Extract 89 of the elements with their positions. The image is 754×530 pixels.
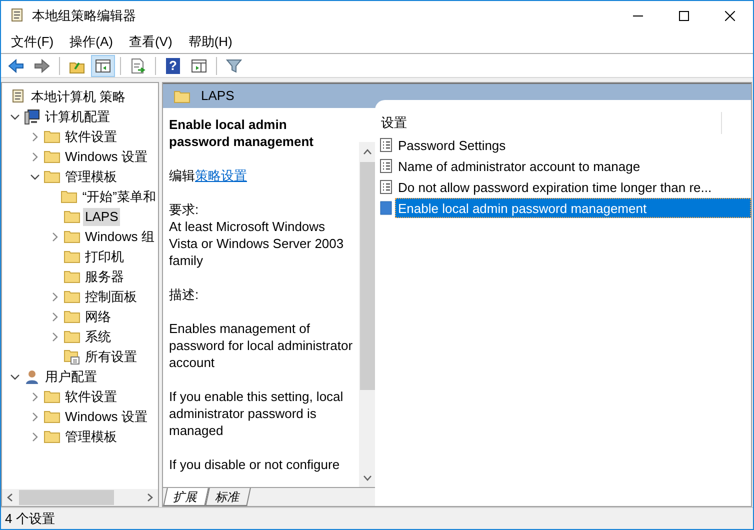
setting-icon: [380, 158, 392, 172]
folder-icon: [44, 409, 60, 425]
tree-item[interactable]: 网络: [83, 308, 113, 326]
help-icon: ?: [166, 58, 180, 74]
folder-icon: [44, 149, 60, 165]
tree-item[interactable]: 服务器: [83, 268, 126, 286]
setting-icon: [380, 180, 392, 194]
setting-icon: [380, 138, 392, 152]
menu-item[interactable]: 查看(V): [122, 32, 178, 52]
tree-item[interactable]: Windows 设置: [63, 408, 150, 426]
setting-row[interactable]: Do not allow password expiration time longer than re...: [395, 176, 751, 196]
tree-item[interactable]: 软件设置: [63, 128, 119, 146]
policy-scroll-icon: [10, 89, 26, 105]
horizontal-scrollbar[interactable]: [2, 489, 158, 506]
folder-icon: [61, 189, 78, 205]
setting-row[interactable]: Password Settings: [395, 134, 751, 154]
policy-scroll-icon: [10, 8, 24, 24]
tree-item[interactable]: 用户配置: [43, 368, 99, 386]
edit-label: 编辑: [169, 168, 195, 183]
column-header[interactable]: 设置: [381, 113, 721, 133]
action-pane-icon: [191, 58, 207, 74]
expand-chevron-icon[interactable]: [30, 392, 40, 402]
tree-item[interactable]: 管理模板: [63, 428, 119, 446]
forward-arrow-icon: [34, 58, 50, 74]
folder-icon: [44, 129, 60, 145]
description-text: If you disable or not configure: [169, 456, 341, 473]
expand-chevron-icon[interactable]: [30, 132, 40, 142]
tree-item[interactable]: 系统: [83, 328, 113, 346]
tree-item[interactable]: Windows 组: [83, 228, 156, 246]
collapse-chevron-icon[interactable]: [10, 112, 20, 122]
tree-item[interactable]: LAPS: [83, 208, 120, 226]
folder-icon: [44, 429, 60, 445]
tree-item[interactable]: 管理模板: [63, 168, 119, 186]
menu-item[interactable]: 文件(F): [5, 32, 60, 52]
tree-item[interactable]: 计算机配置: [43, 108, 112, 126]
user-icon: [24, 369, 40, 385]
computer-icon: [24, 109, 40, 125]
tree-item[interactable]: 本地计算机 策略: [29, 88, 128, 106]
settings-folder-icon: [64, 349, 80, 365]
folder-icon: [64, 229, 80, 245]
folder-icon: [64, 249, 80, 265]
description-text: Enables management of password for local administrator account: [169, 320, 353, 371]
tab[interactable]: 标准: [205, 488, 251, 506]
setting-icon: [380, 200, 392, 214]
export-list-icon: [130, 58, 146, 74]
help-button[interactable]: ?: [161, 54, 185, 76]
tree-item[interactable]: 软件设置: [63, 388, 119, 406]
tree-item[interactable]: 打印机: [83, 248, 126, 266]
tree-item[interactable]: 控制面板: [83, 288, 139, 306]
folder-icon: [174, 90, 190, 102]
window-title: 本地组策略编辑器: [32, 7, 136, 26]
folder-icon: [64, 209, 80, 225]
folder-icon: [64, 329, 80, 345]
expand-chevron-icon[interactable]: [30, 432, 40, 442]
expand-chevron-icon[interactable]: [30, 412, 40, 422]
expand-chevron-icon[interactable]: [50, 312, 60, 322]
expand-chevron-icon[interactable]: [50, 232, 60, 242]
pane-title: LAPS: [201, 87, 234, 106]
collapse-chevron-icon[interactable]: [10, 372, 20, 382]
collapse-chevron-icon[interactable]: [30, 172, 40, 182]
setting-row[interactable]: Name of administrator account to manage: [395, 156, 751, 176]
status-text: 4 个设置: [5, 510, 55, 528]
folder-icon: [64, 289, 80, 305]
folder-icon: [64, 309, 80, 325]
menu-item[interactable]: 操作(A): [64, 32, 119, 52]
filter-icon: [226, 58, 242, 74]
description-text: If you enable this setting, local administrator password is managed: [169, 388, 344, 439]
description-text: 描述:: [169, 286, 200, 303]
expand-chevron-icon[interactable]: [50, 292, 60, 302]
folder-icon: [44, 389, 60, 405]
back-arrow-icon: [8, 58, 24, 74]
setting-row[interactable]: Enable local admin password management: [395, 198, 751, 218]
folder-icon: [64, 269, 80, 285]
menu-item[interactable]: 帮助(H): [182, 32, 238, 52]
expand-chevron-icon[interactable]: [30, 152, 40, 162]
folder-icon: [44, 169, 60, 185]
vertical-scrollbar[interactable]: [359, 142, 375, 487]
tree-item[interactable]: “开始”菜单和: [80, 188, 158, 206]
tab[interactable]: 扩展: [163, 488, 209, 506]
policy-title: Enable local admin password management: [169, 116, 314, 150]
description-text: 要求: At least Microsoft Windows Vista or Windows Server 2003 family: [169, 201, 345, 269]
tree-pane-icon: [95, 58, 111, 74]
tree-pane-button[interactable]: [91, 54, 115, 76]
expand-chevron-icon[interactable]: [50, 332, 60, 342]
tree-item[interactable]: Windows 设置: [63, 148, 150, 166]
maximize-icon: [679, 11, 689, 21]
tree-item[interactable]: 所有设置: [83, 348, 139, 366]
close-icon: [725, 11, 735, 21]
edit-policy-link[interactable]: 策略设置: [195, 168, 247, 183]
